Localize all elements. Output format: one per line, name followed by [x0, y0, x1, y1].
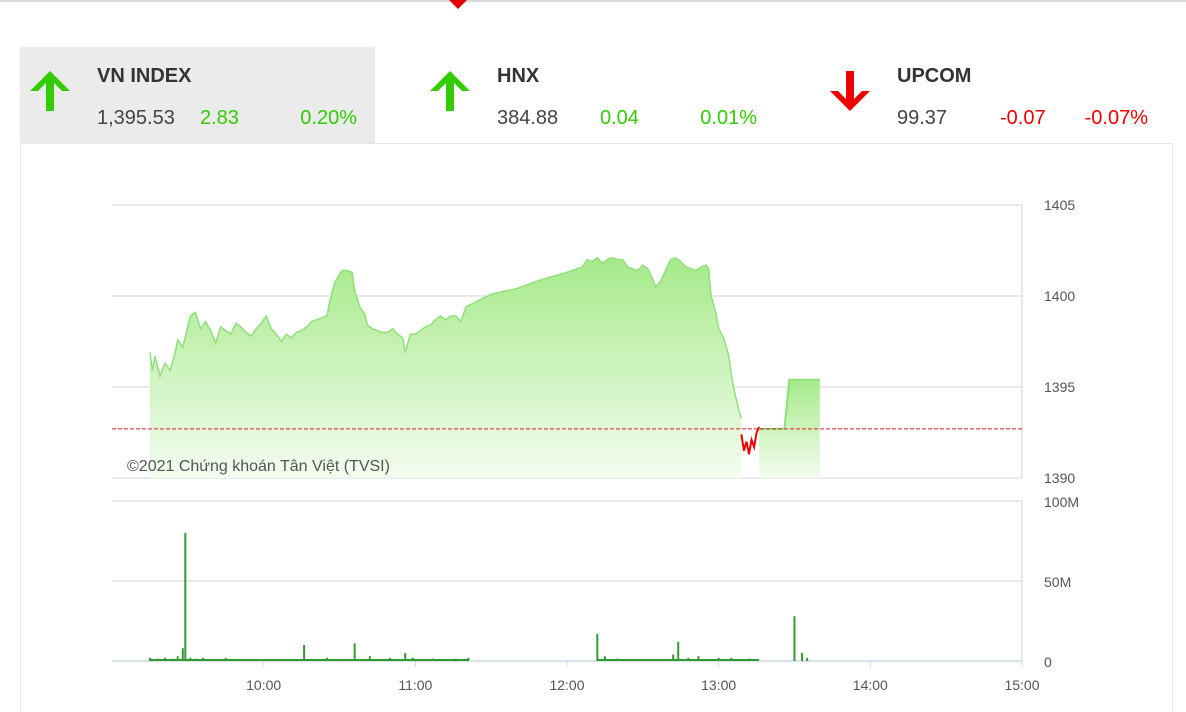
intraday-chart: 1405 1400 1395 1390 ©2021 Chứng khoán Tân V… [112, 197, 1079, 693]
price-down-line [740, 426, 761, 455]
price-tick-label: 1390 [1044, 470, 1075, 486]
volume-tick-label: 100M [1044, 494, 1079, 510]
x-tick-label: 13:00 [701, 677, 736, 693]
price-tick-label: 1405 [1044, 197, 1075, 213]
x-tick-label: 15:00 [1004, 677, 1039, 693]
volume-tick-label: 50M [1044, 574, 1071, 590]
volume-bars [148, 533, 809, 661]
price-area-fill [149, 257, 742, 478]
volume-tick-label: 0 [1044, 654, 1052, 670]
x-tick-label: 11:00 [398, 677, 432, 693]
chart-axes: 10:00 11:00 12:00 13:00 14:00 15:00 [246, 661, 1040, 693]
price-tick-label: 1400 [1044, 288, 1075, 304]
x-tick-label: 14:00 [853, 677, 888, 693]
volume-gridlines: 100M 50M 0 [112, 494, 1079, 670]
chart-watermark: ©2021 Chứng khoán Tân Việt (TVSI) [127, 458, 390, 475]
price-area [112, 256, 1022, 478]
x-tick-label: 10:00 [246, 677, 281, 693]
x-tick-label: 12:00 [549, 677, 584, 693]
price-tick-label: 1395 [1044, 379, 1075, 395]
